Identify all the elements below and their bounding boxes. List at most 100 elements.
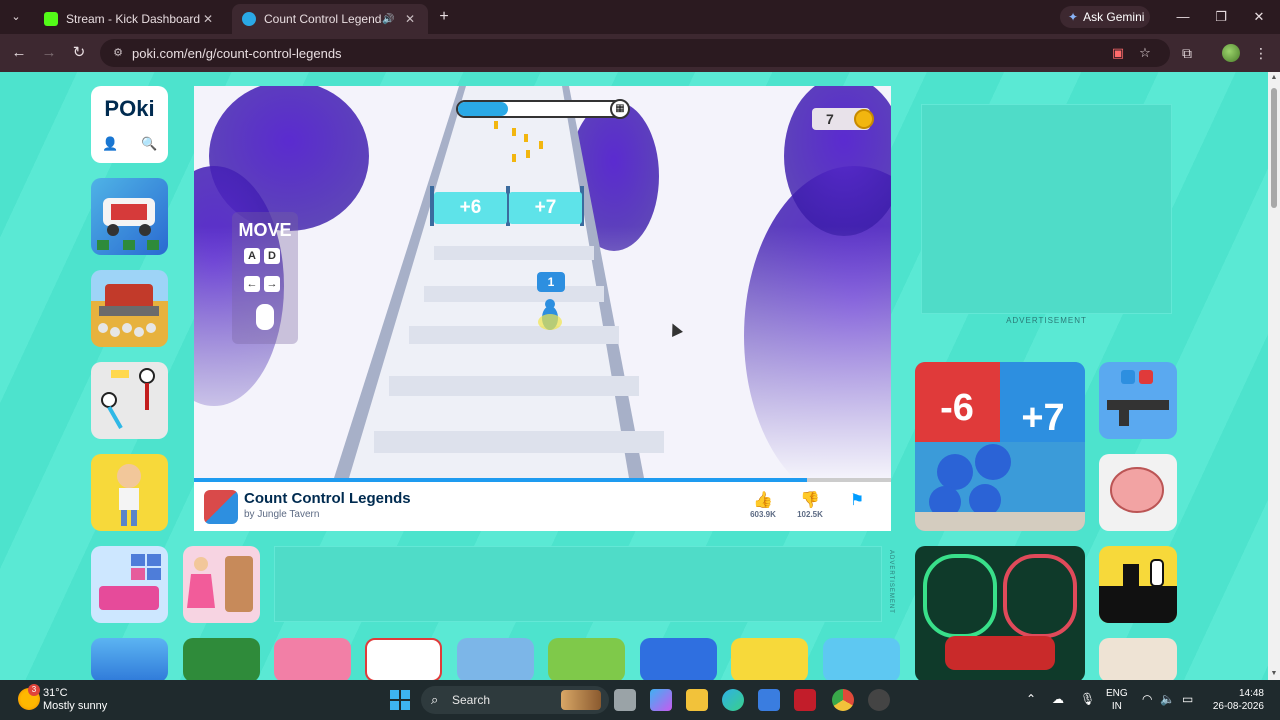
speaker-icon[interactable]: 🔊 [382, 14, 398, 25]
kick-favicon-icon [44, 12, 58, 26]
address-bar[interactable]: ⚙ poki.com/en/g/count-control-legends ▣ … [100, 39, 1170, 67]
like-button[interactable]: 👍 603.9K [743, 490, 783, 519]
user-icon[interactable]: 👤 [102, 136, 118, 152]
tab-count-control-legends[interactable]: Count Control Legends - Pl 🔊 ✕ [232, 4, 428, 34]
game-thumbnail[interactable] [1099, 454, 1177, 531]
game-thumbnail[interactable] [823, 638, 900, 680]
chrome-icon[interactable] [832, 689, 854, 711]
back-button[interactable]: ← [8, 42, 30, 64]
game-developer: by Jungle Tavern [244, 509, 320, 520]
game-thumbnail[interactable] [548, 638, 625, 680]
move-label: MOVE [238, 220, 292, 240]
taskbar-search[interactable]: ⌕ Search [421, 686, 609, 714]
page-scrollbar[interactable]: ▲ ▼ [1268, 72, 1280, 680]
game-thumbnail[interactable] [91, 270, 168, 347]
poki-logo[interactable]: POki [91, 96, 168, 122]
game-thumbnail[interactable] [1099, 638, 1177, 680]
wifi-icon[interactable]: ◠ [1142, 692, 1152, 706]
close-window-button[interactable]: ✕ [1244, 6, 1274, 28]
tab-kick-dashboard[interactable]: Stream - Kick Dashboard ✕ [34, 4, 226, 34]
url-text[interactable]: poki.com/en/g/count-control-legends [132, 46, 342, 61]
windows-start-icon[interactable] [390, 690, 410, 710]
game-thumbnail[interactable] [1099, 362, 1177, 439]
game-thumbnail[interactable] [183, 546, 260, 623]
tab-title: Stream - Kick Dashboard [66, 12, 200, 26]
game-title: Count Control Legends [244, 490, 411, 507]
microsoft-store-icon[interactable] [758, 689, 780, 711]
copilot-icon[interactable] [650, 689, 672, 711]
system-clock[interactable]: 14:48 26-08-2026 [1206, 687, 1264, 713]
notification-badge: 3 [28, 684, 40, 696]
ask-gemini-label: Ask Gemini [1083, 10, 1145, 24]
game-thumbnail[interactable] [183, 638, 260, 680]
game-thumbnail[interactable] [91, 178, 168, 255]
task-view-icon[interactable] [614, 689, 636, 711]
coin-icon [854, 109, 874, 129]
close-tab-icon[interactable]: ✕ [200, 12, 216, 26]
advertisement-slot-bottom [274, 546, 882, 622]
onedrive-icon[interactable]: ☁ [1052, 692, 1064, 706]
tab-title: Count Control Legends - Pl [264, 12, 382, 26]
search-icon[interactable]: 🔍 [141, 136, 157, 152]
game-thumbnail[interactable] [91, 638, 168, 680]
close-tab-icon[interactable]: ✕ [402, 12, 418, 26]
game-thumbnail[interactable] [915, 546, 1085, 680]
scroll-up-icon[interactable]: ▲ [1270, 74, 1278, 82]
game-thumbnail[interactable] [1099, 546, 1177, 623]
microphone-icon[interactable]: 🎙 [1080, 692, 1095, 706]
menu-icon[interactable]: ⋮ [1250, 42, 1272, 64]
weather-description[interactable]: Mostly sunny [43, 700, 107, 712]
mcafee-icon[interactable] [794, 689, 816, 711]
featured-game-tile[interactable]: -6 +7 [915, 362, 1085, 531]
extensions-icon[interactable]: ⧉ [1176, 42, 1198, 64]
poki-logo-card[interactable]: POki 👤 🔍 [91, 86, 168, 163]
obs-icon[interactable] [868, 689, 890, 711]
ask-gemini-button[interactable]: ✦ Ask Gemini [1060, 6, 1150, 28]
volume-icon[interactable]: 🔈 [1160, 692, 1175, 706]
like-count: 603.9K [750, 510, 776, 519]
level-progress-fill [458, 102, 509, 116]
game-thumbnail[interactable] [91, 362, 168, 439]
game-thumbnail[interactable] [640, 638, 717, 680]
game-info-bar: Count Control Legends by Jungle Tavern 👍… [194, 482, 891, 531]
finish-flag-icon: ▦ [610, 99, 630, 119]
forward-button[interactable]: → [38, 42, 60, 64]
scroll-down-icon[interactable]: ▼ [1270, 670, 1278, 678]
controls-hint-panel: MOVE A D ← → [232, 212, 298, 344]
game-thumbnail[interactable] [731, 638, 808, 680]
coin-count: 7 [826, 111, 834, 127]
site-info-icon[interactable]: ⚙ [110, 45, 126, 61]
bookmark-star-icon[interactable]: ☆ [1137, 45, 1153, 61]
file-explorer-icon[interactable] [686, 689, 708, 711]
money-race-art [923, 554, 1077, 670]
car-game-art [97, 198, 159, 250]
game-thumbnail[interactable] [457, 638, 534, 680]
tab-search-button[interactable]: ⌄ [6, 7, 26, 27]
show-hidden-icons-chevron-icon[interactable]: ⌃ [1026, 692, 1036, 706]
edge-icon[interactable] [722, 689, 744, 711]
new-tab-button[interactable]: + [434, 7, 454, 27]
battery-icon[interactable]: ▭ [1182, 692, 1193, 706]
profile-avatar[interactable] [1222, 44, 1240, 62]
reload-button[interactable]: ↻ [68, 42, 90, 64]
game-thumbnail[interactable] [274, 638, 351, 680]
poki-favicon-icon [242, 12, 256, 26]
advertisement-slot-right [921, 104, 1172, 314]
game-thumbnail[interactable] [91, 546, 168, 623]
game-icon [204, 490, 238, 524]
weather-temperature[interactable]: 31°C [43, 687, 68, 699]
report-button[interactable]: ⚑ [837, 490, 877, 510]
scrollbar-thumb[interactable] [1271, 88, 1277, 208]
weather-sun-icon[interactable]: 3 [18, 684, 40, 710]
language-indicator[interactable]: ENG IN [1106, 687, 1128, 713]
thumbs-down-icon: 👎 [800, 492, 820, 509]
game-thumbnail[interactable] [365, 638, 442, 680]
game-canvas[interactable]: ▦ 7 +6 +7 1 MOVE A D ← → [194, 86, 891, 478]
maximize-button[interactable]: ❐ [1206, 6, 1236, 28]
minimize-button[interactable]: — [1168, 6, 1198, 28]
punch-game-art [117, 464, 141, 526]
game-thumbnail[interactable] [91, 454, 168, 531]
clock-time: 14:48 [1238, 688, 1264, 699]
dislike-button[interactable]: 👎 102.5K [790, 490, 830, 519]
cast-icon[interactable]: ▣ [1110, 45, 1126, 61]
